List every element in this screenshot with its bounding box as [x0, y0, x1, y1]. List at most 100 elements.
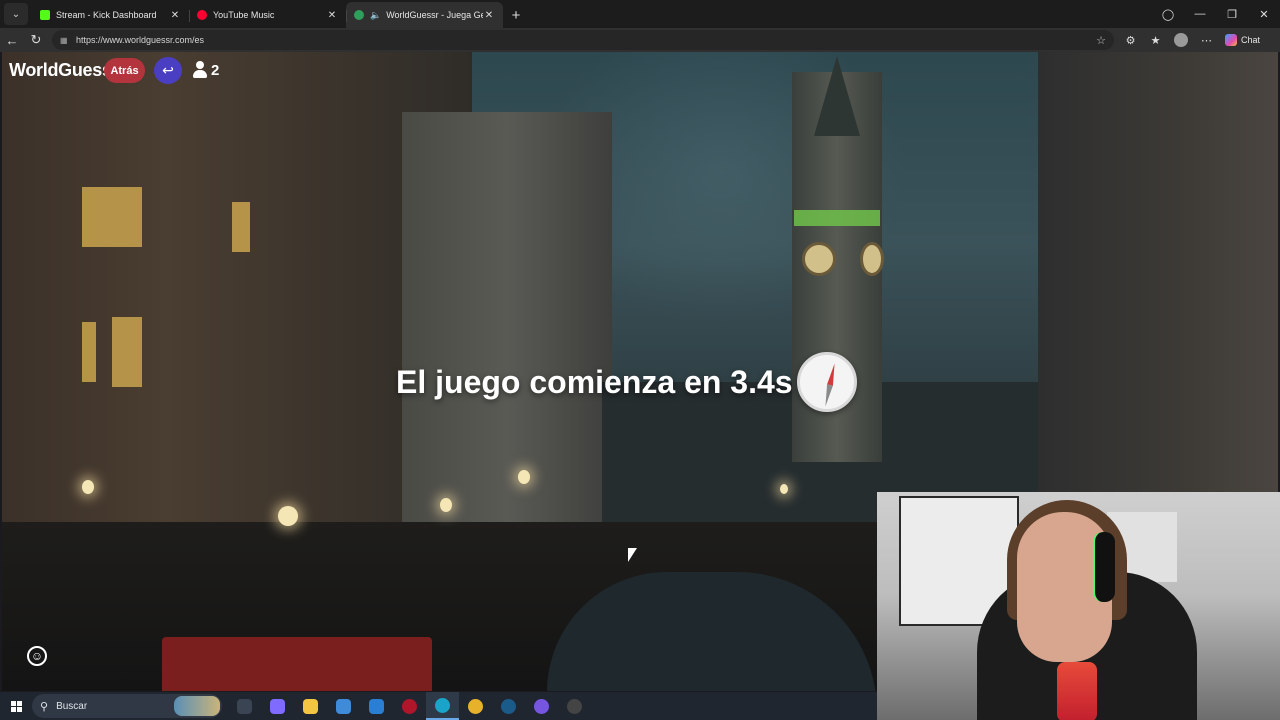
- toolbar-icons: ⚙ ★ ⋯: [1118, 28, 1219, 52]
- red-bus: [162, 637, 432, 691]
- taskbar-app-red[interactable]: [393, 692, 426, 720]
- return-to-start-button[interactable]: ↩: [154, 57, 182, 84]
- street-lamp: [82, 480, 94, 494]
- lit-window: [82, 322, 96, 382]
- address-bar[interactable]: ▦ https://www.worldguessr.com/es ☆: [52, 30, 1114, 50]
- taskbar-app-mail[interactable]: [360, 692, 393, 720]
- player-count: 2: [192, 61, 219, 79]
- game-start-countdown: El juego comienza en 3.4s: [396, 352, 857, 412]
- taskbar-app-store[interactable]: [327, 692, 360, 720]
- countdown-text: El juego comienza en 3.4s: [396, 363, 793, 400]
- windows-logo-icon: [10, 700, 22, 712]
- reload-icon: ↻: [30, 32, 42, 47]
- kick-favicon-icon: [40, 10, 50, 20]
- reload-button[interactable]: ↻: [24, 28, 48, 52]
- taskbar-app-copilot[interactable]: [261, 692, 294, 720]
- tab-youtube-music[interactable]: YouTube Music ✕: [189, 2, 346, 28]
- search-highlight-image: [174, 696, 220, 716]
- steam-icon: [501, 698, 516, 714]
- smiley-icon: ☺: [30, 649, 44, 663]
- plus-icon: +: [511, 6, 521, 24]
- street-lamp: [278, 506, 298, 526]
- start-button[interactable]: [0, 692, 32, 720]
- maximize-icon[interactable]: ❐: [1216, 0, 1248, 28]
- chevron-down-icon: ⌄: [11, 8, 21, 20]
- screen: ⌄ Stream - Kick Dashboard ✕ YouTube Musi…: [0, 0, 1280, 720]
- person-icon: [192, 61, 208, 79]
- app-purple-icon: [534, 698, 549, 714]
- compass-icon: [796, 352, 857, 412]
- search-icon: ⚲: [40, 700, 49, 713]
- back-button[interactable]: Atrás: [104, 58, 145, 83]
- back-nav-button[interactable]: ←: [0, 28, 24, 52]
- more-menu-icon[interactable]: ⋯: [1194, 28, 1219, 52]
- tab-title: WorldGuessr - Juega GeoGue: [386, 10, 483, 20]
- copilot-icon: [270, 698, 285, 714]
- clock-face: [802, 242, 836, 276]
- extensions-icon[interactable]: ⚙: [1118, 28, 1143, 52]
- webcam-overlay: [877, 492, 1280, 720]
- search-placeholder: Buscar: [56, 700, 88, 712]
- webcam-microphone: [1057, 662, 1097, 720]
- taskbar-app-chrome[interactable]: [459, 692, 492, 720]
- mouse-cursor-icon: [628, 548, 637, 562]
- taskbar-search[interactable]: ⚲ Buscar: [32, 694, 222, 718]
- site-info-icon[interactable]: ▦: [60, 36, 70, 45]
- app-dark-icon: [567, 698, 582, 714]
- minimize-icon[interactable]: —: [1184, 0, 1216, 28]
- youtube-music-favicon-icon: [197, 10, 207, 20]
- app-red-icon: [402, 698, 417, 714]
- favorite-star-icon[interactable]: ☆: [1096, 34, 1106, 47]
- favorites-icon[interactable]: ★: [1143, 28, 1168, 52]
- store-icon: [336, 698, 351, 714]
- tab-actions-menu[interactable]: ⌄: [4, 3, 28, 25]
- taskbar-app-purple[interactable]: [525, 692, 558, 720]
- chrome-icon: [468, 698, 483, 714]
- chat-label: Chat: [1241, 35, 1261, 45]
- tab-worldguessr[interactable]: 🔈 WorldGuessr - Juega GeoGue ✕: [346, 2, 503, 28]
- task-view-icon: [237, 698, 252, 714]
- player-count-value: 2: [211, 61, 220, 79]
- street-lamp: [440, 498, 452, 512]
- window-controls: ◯ — ❐ ✕: [1152, 0, 1280, 28]
- close-icon[interactable]: ✕: [169, 10, 181, 21]
- file-explorer-icon: [303, 698, 318, 714]
- clock-face: [860, 242, 884, 276]
- url-text: https://www.worldguessr.com/es: [76, 35, 205, 45]
- return-arrow-icon: ↩: [162, 62, 174, 78]
- taskbar-app-dark[interactable]: [558, 692, 591, 720]
- windows-taskbar: ⚲ Buscar: [0, 692, 877, 720]
- profile-avatar-icon[interactable]: [1174, 33, 1188, 47]
- worldguessr-favicon-icon: [354, 10, 364, 20]
- browser-toolbar: ← ↻ ▦ https://www.worldguessr.com/es ☆ ⚙…: [0, 28, 1280, 52]
- compass-needle-south: [822, 384, 833, 408]
- close-icon[interactable]: ✕: [326, 10, 338, 21]
- street-lamp: [780, 484, 788, 494]
- edge-icon: [435, 697, 450, 713]
- tab-kick-dashboard[interactable]: Stream - Kick Dashboard ✕: [32, 2, 189, 28]
- compass-needle-north: [826, 362, 838, 386]
- taskbar-app-file-explorer[interactable]: [294, 692, 327, 720]
- arrow-left-icon: ←: [5, 32, 19, 48]
- close-window-icon[interactable]: ✕: [1248, 0, 1280, 28]
- lit-window: [232, 202, 250, 252]
- taskbar-app-task-view[interactable]: [228, 692, 261, 720]
- close-icon[interactable]: ✕: [483, 10, 495, 21]
- tab-title: YouTube Music: [213, 10, 275, 20]
- emoji-reaction-button[interactable]: ☺: [27, 646, 47, 666]
- building-right: [1038, 52, 1278, 502]
- copilot-icon: [1225, 34, 1237, 46]
- copilot-chat-button[interactable]: Chat: [1225, 34, 1260, 46]
- taskbar-app-steam[interactable]: [492, 692, 525, 720]
- street-lamp: [518, 470, 530, 484]
- taskbar-app-edge[interactable]: [426, 692, 459, 720]
- taskbar-apps: [228, 692, 591, 720]
- tab-title: Stream - Kick Dashboard: [56, 10, 157, 20]
- lit-window: [112, 317, 142, 387]
- lit-window: [82, 187, 142, 247]
- profile-icon[interactable]: ◯: [1152, 0, 1184, 28]
- webcam-headset: [1093, 532, 1115, 602]
- new-tab-button[interactable]: +: [503, 2, 529, 28]
- speaker-icon[interactable]: 🔈: [370, 10, 381, 21]
- worldguessr-logo[interactable]: WorldGuessr: [9, 60, 119, 81]
